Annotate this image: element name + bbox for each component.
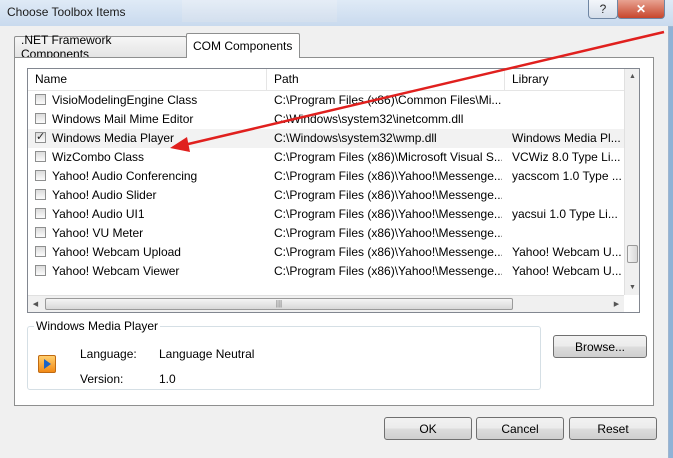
table-row[interactable]: ✓ Windows Media Player C:\Windows\system32… <box>28 129 626 148</box>
version-value: 1.0 <box>159 372 176 386</box>
row-name: Yahoo! VU Meter <box>52 226 144 240</box>
details-groupbox: Windows Media Player Language: Language … <box>27 319 541 390</box>
help-button[interactable]: ? <box>588 0 618 19</box>
language-value: Language Neutral <box>159 347 255 361</box>
tab-com-components[interactable]: COM Components <box>186 33 300 58</box>
row-library <box>512 186 624 205</box>
reset-button[interactable]: Reset <box>569 417 657 440</box>
list-header: Name Path Library <box>28 69 626 91</box>
ok-button[interactable]: OK <box>384 417 472 440</box>
row-path: C:\Program Files (x86)\Yahoo!\Messenge..… <box>274 226 502 240</box>
scroll-right-icon[interactable]: ▶ <box>609 296 624 312</box>
row-name: WizCombo Class <box>52 150 145 164</box>
row-checkbox[interactable] <box>35 265 46 276</box>
row-name: Yahoo! Audio Slider <box>52 188 157 202</box>
table-row[interactable]: Yahoo! Audio Slider C:\Program Files (x86… <box>28 186 626 205</box>
cancel-button[interactable]: Cancel <box>476 417 564 440</box>
vertical-scroll-thumb[interactable] <box>627 245 638 263</box>
row-library: Yahoo! Webcam U... <box>512 245 622 259</box>
row-path: C:\Program Files (x86)\Microsoft Visual … <box>274 150 502 164</box>
row-library: yacscom 1.0 Type ... <box>512 169 622 183</box>
row-library: yacsui 1.0 Type Li... <box>512 207 618 221</box>
row-path: C:\Program Files (x86)\Yahoo!\Messenge..… <box>274 169 502 183</box>
close-button[interactable]: ✕ <box>617 0 665 19</box>
horizontal-scrollbar[interactable]: ◀ ||| ▶ <box>28 295 624 312</box>
window-title: Choose Toolbox Items <box>7 5 126 19</box>
language-label: Language: <box>80 347 137 361</box>
column-header-path[interactable]: Path <box>267 69 505 90</box>
scroll-left-icon[interactable]: ◀ <box>28 296 43 312</box>
row-library <box>512 110 624 129</box>
table-row[interactable]: Yahoo! VU Meter C:\Program Files (x86)\Ya… <box>28 224 626 243</box>
row-name: Yahoo! Audio Conferencing <box>52 169 198 183</box>
title-bar: Choose Toolbox Items ? ✕ <box>0 0 673 27</box>
version-label: Version: <box>80 372 124 386</box>
browse-button[interactable]: Browse... <box>553 335 647 358</box>
row-checkbox[interactable]: ✓ <box>35 132 46 143</box>
row-path: C:\Program Files (x86)\Common Files\Mi..… <box>274 93 502 107</box>
background-window-ghost <box>182 0 337 22</box>
row-path: C:\Windows\system32\inetcomm.dll <box>274 112 464 126</box>
row-library: Yahoo! Webcam U... <box>512 264 622 278</box>
tab-net-framework-components[interactable]: .NET Framework Components <box>14 33 187 61</box>
row-checkbox[interactable] <box>35 151 46 162</box>
row-path: C:\Program Files (x86)\Yahoo!\Messenge..… <box>274 207 502 221</box>
row-path: C:\Program Files (x86)\Yahoo!\Messenge..… <box>274 264 502 278</box>
row-path: C:\Program Files (x86)\Yahoo!\Messenge..… <box>274 245 502 259</box>
row-name: Yahoo! Webcam Viewer <box>52 264 180 278</box>
com-components-panel: Name Path Library VisioModelingEngine Cl… <box>14 57 654 406</box>
row-name: Windows Media Player <box>52 131 175 145</box>
row-name: VisioModelingEngine Class <box>52 93 198 107</box>
horizontal-scroll-thumb[interactable]: ||| <box>45 298 513 310</box>
table-row[interactable]: Windows Mail Mime Editor C:\Windows\syste… <box>28 110 626 129</box>
table-row[interactable]: Yahoo! Webcam Upload C:\Program Files (x8… <box>28 243 626 262</box>
row-path: C:\Windows\system32\wmp.dll <box>274 131 437 145</box>
row-checkbox[interactable] <box>35 246 46 257</box>
table-row[interactable]: Yahoo! Audio Conferencing C:\Program File… <box>28 167 626 186</box>
row-library: VCWiz 8.0 Type Li... <box>512 150 621 164</box>
table-row[interactable]: Yahoo! Audio UI1 C:\Program Files (x86)\Y… <box>28 205 626 224</box>
vertical-scrollbar[interactable]: ▲ ▼ <box>624 69 639 295</box>
row-library <box>512 91 624 110</box>
dialog-body: .NET Framework Components COM Components… <box>0 26 669 458</box>
details-title: Windows Media Player <box>34 319 161 333</box>
column-header-library[interactable]: Library <box>505 69 626 90</box>
column-header-name[interactable]: Name <box>28 69 267 90</box>
row-name: Yahoo! Audio UI1 <box>52 207 145 221</box>
row-library: Windows Media Pl... <box>512 131 621 145</box>
row-checkbox[interactable] <box>35 227 46 238</box>
row-checkbox[interactable] <box>35 94 46 105</box>
row-name: Windows Mail Mime Editor <box>52 112 194 126</box>
scroll-up-icon[interactable]: ▲ <box>625 69 639 84</box>
windows-media-player-icon <box>38 355 56 373</box>
row-name: Yahoo! Webcam Upload <box>52 245 181 259</box>
row-checkbox[interactable] <box>35 170 46 181</box>
scroll-down-icon[interactable]: ▼ <box>625 280 639 295</box>
row-checkbox[interactable] <box>35 208 46 219</box>
table-row[interactable]: VisioModelingEngine Class C:\Program File… <box>28 91 626 110</box>
row-path: C:\Program Files (x86)\Yahoo!\Messenge..… <box>274 188 502 202</box>
components-list[interactable]: Name Path Library VisioModelingEngine Cl… <box>27 68 640 313</box>
row-checkbox[interactable] <box>35 189 46 200</box>
table-row[interactable]: Yahoo! Webcam Viewer C:\Program Files (x8… <box>28 262 626 281</box>
table-row[interactable]: WizCombo Class C:\Program Files (x86)\Mic… <box>28 148 626 167</box>
row-library <box>512 224 624 243</box>
row-checkbox[interactable] <box>35 113 46 124</box>
